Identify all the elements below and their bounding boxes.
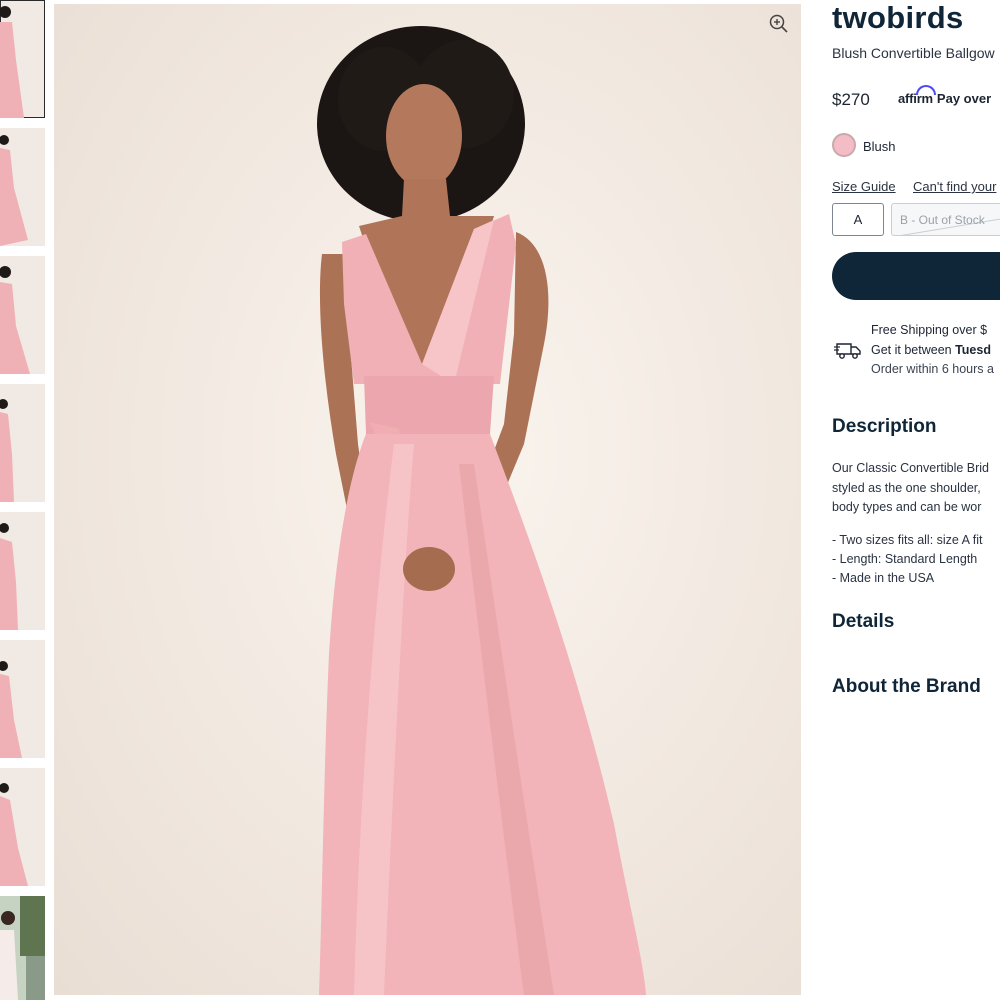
thumbnail-image: [0, 135, 28, 246]
thumbnail-image: [0, 523, 18, 630]
delivery-estimate-prefix: Get it between: [871, 343, 956, 357]
product-name: Blush Convertible Ballgow: [832, 45, 995, 61]
order-cutoff-text: Order within 6 hours a: [871, 362, 994, 376]
affirm-promo[interactable]: affirm Pay over: [898, 85, 992, 106]
thumbnail-strip: [0, 0, 46, 1000]
thumbnail-1[interactable]: [0, 0, 45, 118]
details-heading[interactable]: Details: [832, 611, 894, 633]
size-option-label: A: [853, 212, 863, 227]
size-option-a[interactable]: A: [832, 203, 884, 236]
size-guide-link[interactable]: Size Guide: [832, 179, 896, 194]
size-option-b-out-of-stock: B - Out of Stock: [891, 203, 1000, 236]
zoom-button[interactable]: [767, 12, 791, 36]
color-swatch-blush[interactable]: [832, 133, 856, 157]
thumbnail-image: [0, 896, 45, 1000]
brand-name[interactable]: twobirds: [832, 0, 964, 36]
color-label: Blush: [863, 139, 896, 154]
description-bullet: - Two sizes fits all: size A fit: [832, 533, 983, 547]
description-text-line: body types and can be wor: [832, 500, 982, 514]
description-heading[interactable]: Description: [832, 416, 937, 438]
about-the-brand-heading[interactable]: About the Brand: [832, 676, 981, 698]
thumbnail-image: [0, 6, 24, 118]
thumbnail-image: [0, 661, 22, 758]
thumbnail-7[interactable]: [0, 768, 45, 886]
main-product-image: [54, 4, 801, 995]
thumbnail-5[interactable]: [0, 512, 45, 630]
cant-find-size-link[interactable]: Can't find your: [913, 179, 996, 194]
delivery-truck-icon: [834, 343, 861, 359]
affirm-pay-text: Pay over: [936, 91, 992, 106]
thumbnail-6[interactable]: [0, 640, 45, 758]
thumbnail-image: [0, 266, 30, 374]
description-bullet: - Length: Standard Length: [832, 552, 978, 566]
description-text-line: styled as the one shoulder,: [832, 481, 981, 495]
thumbnail-image: [0, 783, 28, 886]
thumbnail-2[interactable]: [0, 128, 45, 246]
product-info-panel: twobirds Blush Convertible Ballgow $270 …: [832, 0, 1000, 1000]
free-shipping-text: Free Shipping over $: [871, 323, 988, 337]
description-bullet: - Made in the USA: [832, 571, 935, 585]
model-in-dress-photo: [317, 26, 646, 995]
zoom-in-icon: [769, 14, 788, 33]
product-price: $270: [832, 90, 870, 109]
thumbnail-8[interactable]: [0, 896, 45, 1000]
add-to-bag-button[interactable]: [832, 252, 1000, 300]
description-text-line: Our Classic Convertible Brid: [832, 461, 989, 475]
affirm-logo: affirm: [898, 85, 936, 106]
delivery-estimate: Get it between Tuesd: [871, 343, 991, 357]
thumbnail-3[interactable]: [0, 256, 45, 374]
thumbnail-4[interactable]: [0, 384, 45, 502]
size-option-label: B - Out of Stock: [900, 212, 985, 227]
delivery-date: Tuesd: [955, 343, 991, 357]
thumbnail-image: [0, 399, 14, 502]
